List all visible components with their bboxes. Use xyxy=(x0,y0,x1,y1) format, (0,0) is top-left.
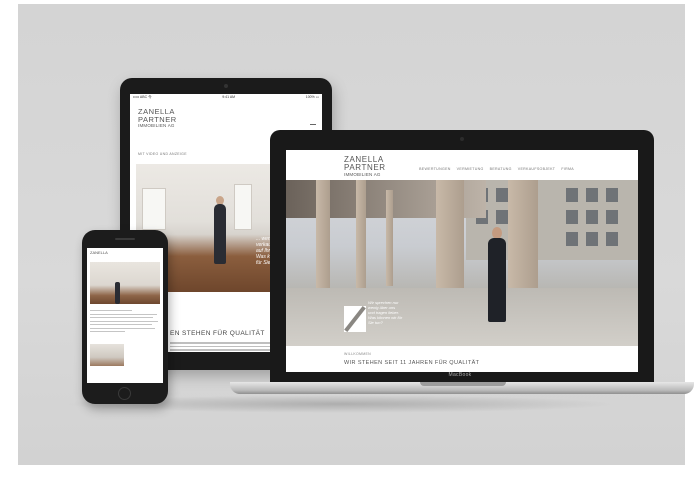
hero-column xyxy=(386,190,393,286)
tablet-photo-person xyxy=(214,204,226,264)
hero-column xyxy=(356,180,366,292)
laptop-headline: WIR STEHEN SEIT 11 JAHREN FÜR QUALITÄT xyxy=(344,360,480,366)
tablet-logo[interactable]: ZANELLA PARTNER IMMOBILIEN AG xyxy=(138,108,177,128)
tablet-menu-icon[interactable] xyxy=(310,124,316,125)
laptop-device: ZANELLA PARTNER IMMOBILIEN AG BEWERTUNGE… xyxy=(270,130,654,382)
phone-photo-person xyxy=(115,282,120,304)
hero-column xyxy=(316,180,330,298)
tablet-photo-window xyxy=(142,188,166,230)
laptop-logo-line2: PARTNER xyxy=(344,163,386,172)
phone-device: ZANELLA xyxy=(82,230,168,404)
tablet-status-battery: 100% ▭ xyxy=(305,95,319,99)
tablet-status-time: 9:41 AM xyxy=(222,95,236,99)
laptop-hero-photo xyxy=(286,180,638,346)
laptop-subheading: WILLKOMMEN xyxy=(344,352,371,356)
laptop-hero-quote: Wir sprechen nur wenig über uns und trag… xyxy=(368,300,403,325)
tablet-logo-line3: IMMOBILIEN AG xyxy=(138,123,175,128)
laptop-screen: ZANELLA PARTNER IMMOBILIEN AG BEWERTUNGE… xyxy=(286,150,638,372)
nav-item-bewertungen[interactable]: BEWERTUNGEN xyxy=(419,167,451,171)
laptop-logo[interactable]: ZANELLA PARTNER IMMOBILIEN AG xyxy=(344,156,386,178)
nav-item-verkaufsobjekt[interactable]: VERKAUFSOBJEKT xyxy=(518,167,556,171)
laptop-notch xyxy=(420,382,506,386)
laptop-nav: BEWERTUNGEN VERMIETUNG BERATUNG VERKAUFS… xyxy=(419,167,574,171)
tablet-section-label: MIT VIDEO UND ANZEIGE xyxy=(138,152,187,156)
tablet-status-carrier: ••••• ABC 令 xyxy=(133,95,152,99)
nav-item-vermietung[interactable]: VERMIETUNG xyxy=(457,167,484,171)
hero-floor xyxy=(286,288,638,346)
zanella-z-icon xyxy=(344,306,366,332)
phone-screen: ZANELLA xyxy=(87,248,163,383)
nav-item-beratung[interactable]: BERATUNG xyxy=(490,167,512,171)
phone-hero-photo xyxy=(90,262,160,304)
tablet-headline: EN STEHEN FÜR QUALITÄT xyxy=(170,330,265,337)
phone-speaker xyxy=(115,238,135,240)
tablet-camera xyxy=(224,84,228,88)
phone-home-button[interactable] xyxy=(118,387,131,400)
laptop-logo-line3: IMMOBILIEN AG xyxy=(344,172,381,177)
laptop-camera xyxy=(460,137,464,141)
nav-item-firma[interactable]: FIRMA xyxy=(561,167,574,171)
hero-column xyxy=(436,180,464,290)
hero-person xyxy=(488,238,506,322)
phone-body-text xyxy=(90,310,160,335)
tablet-photo-window xyxy=(234,184,252,230)
phone-second-photo xyxy=(90,344,124,366)
phone-logo[interactable]: ZANELLA xyxy=(90,251,108,255)
laptop-brand-label: MacBook xyxy=(448,372,472,378)
tablet-status-bar: ••••• ABC 令 9:41 AM 100% ▭ xyxy=(130,94,322,101)
